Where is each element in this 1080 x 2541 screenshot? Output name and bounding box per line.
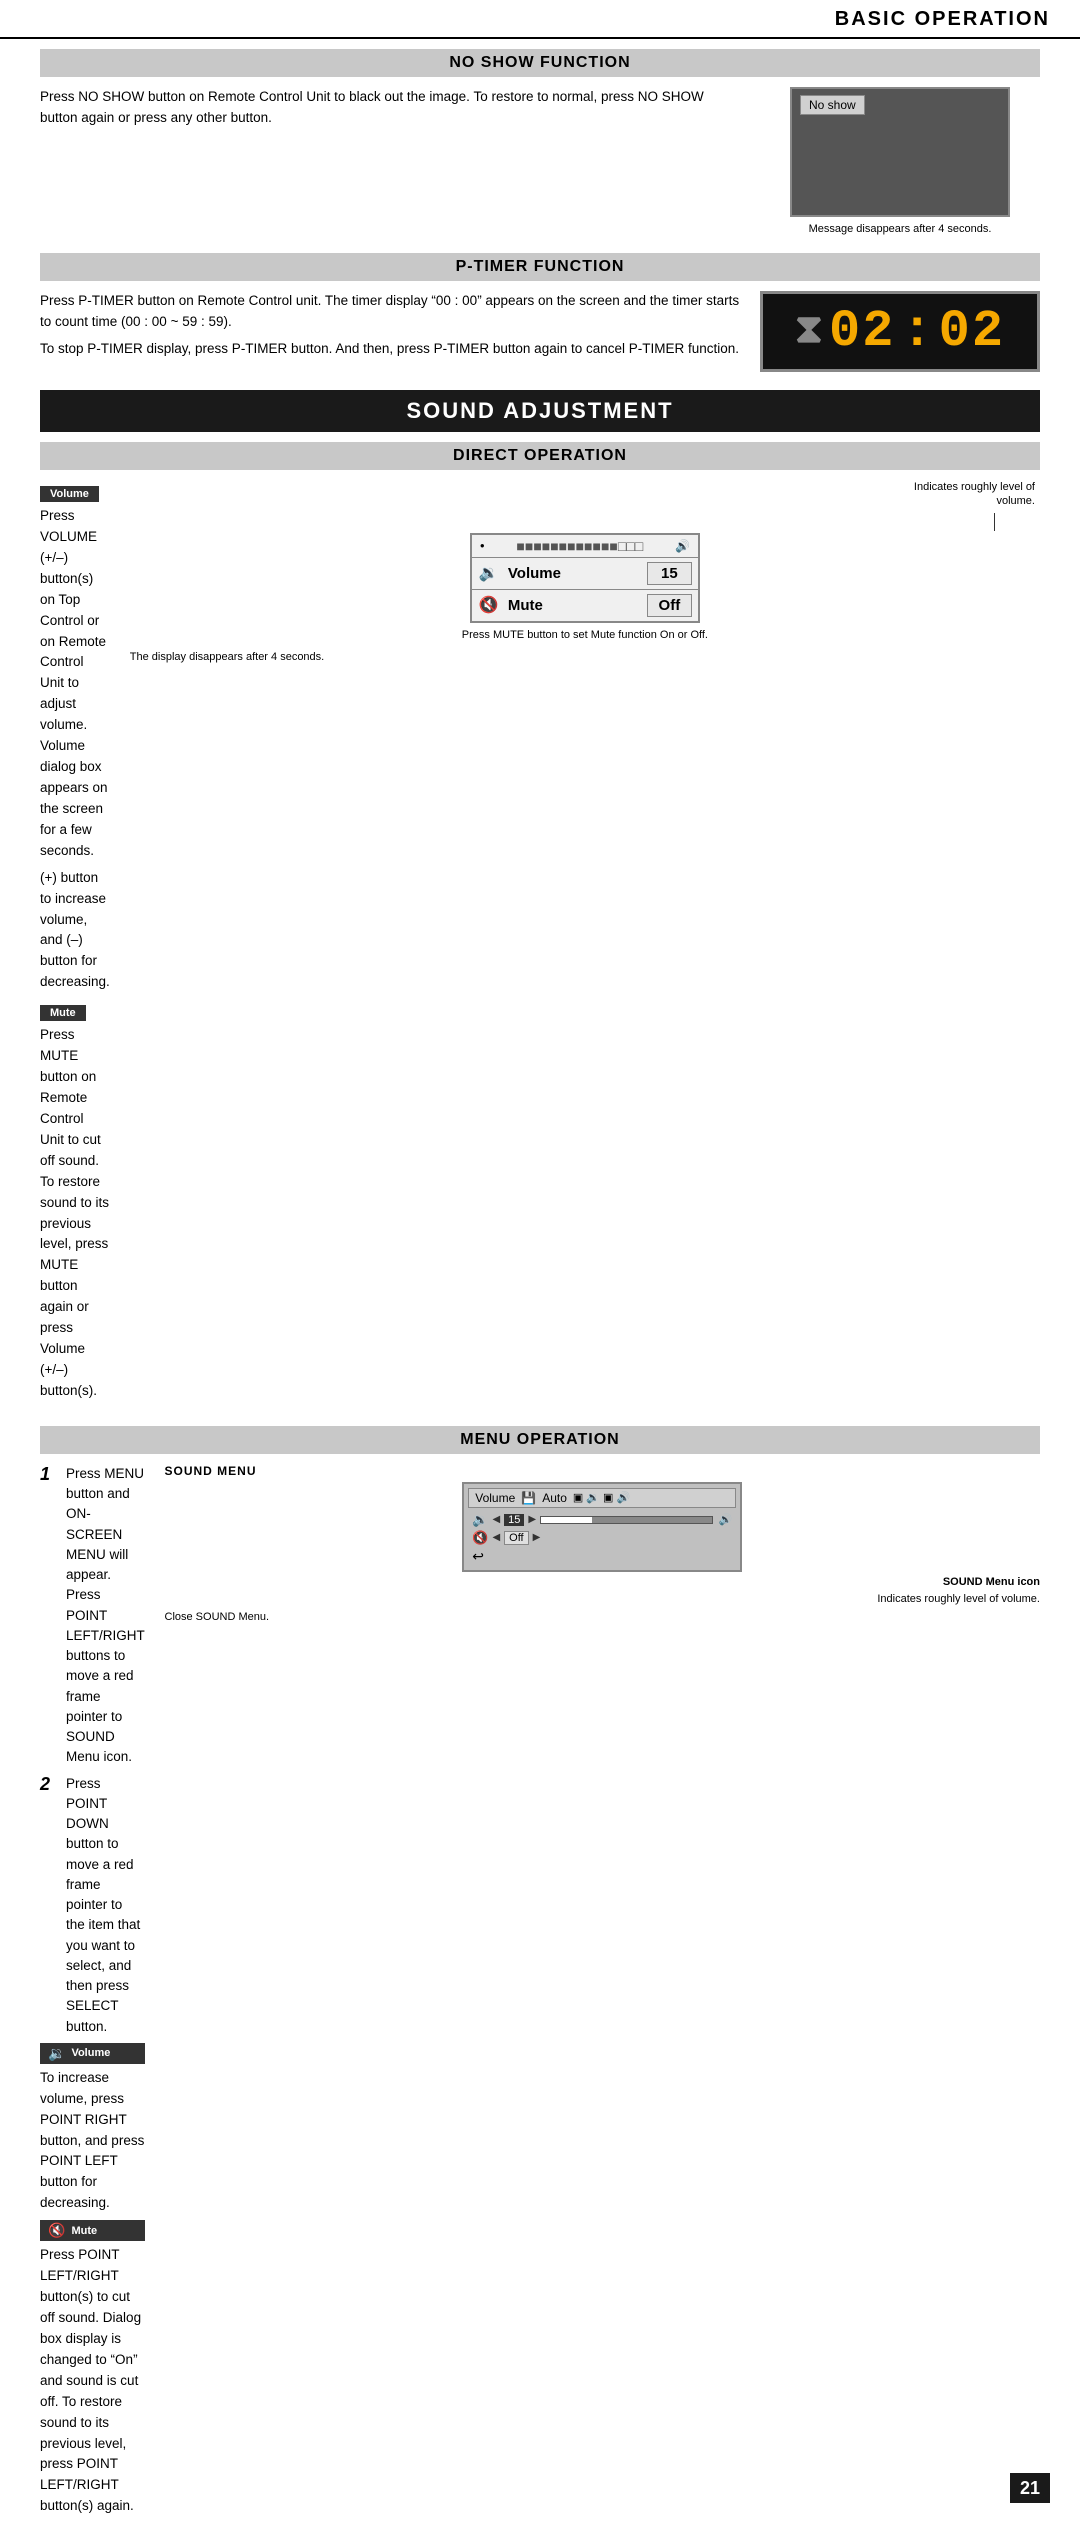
no-show-text-col: Press NO SHOW button on Remote Control U…: [40, 87, 740, 235]
ptimer-colon: :: [901, 302, 932, 361]
mute-badge: Mute: [40, 1005, 86, 1021]
sound-menu-volume-row: 🔉 ◀ 15 ▶ 🔊: [468, 1511, 736, 1529]
sm-icon1: ▣: [573, 1491, 583, 1504]
menu-mute-badge: 🔇 Mute: [40, 2220, 145, 2241]
sound-menu-caption-area: SOUND Menu icon: [165, 1576, 1041, 1588]
direct-operation-section: Volume Press VOLUME (+/–) button(s) on T…: [40, 480, 1040, 1408]
vol-slider-track: ■■■■■■■■■■■■□□□: [485, 538, 675, 554]
sm-mute-icon: 🔇: [472, 1530, 488, 1546]
volume-indicator-arrow: [994, 513, 995, 531]
step-1-text: Press MENU button and ON-SCREEN MENU wil…: [66, 1464, 145, 1768]
sound-menu-icon-row: ▣ 🔉 ▣ 🔊: [573, 1491, 630, 1504]
ptimer-time-left: 02: [829, 302, 895, 361]
vol-label: Volume: [508, 565, 647, 582]
mute-body: Press MUTE button on Remote Control Unit…: [40, 1025, 110, 1402]
mute-caption: Press MUTE button to set Mute function O…: [462, 628, 708, 643]
menu-vol-icon: 🔉: [48, 2045, 65, 2062]
sm-vol-slider: [540, 1516, 712, 1524]
sm-mute-arrow-left: ◀: [492, 1532, 500, 1543]
volume-badge: Volume: [40, 486, 99, 502]
vol-icon: 🔉: [478, 563, 500, 583]
vol-display-top-bar: ● ■■■■■■■■■■■■□□□ 🔊: [472, 535, 698, 558]
sound-adjustment-header: SOUND ADJUSTMENT: [40, 390, 1040, 432]
indicates-level-text: Indicates roughly level of volume.: [877, 1592, 1040, 1607]
ptimer-hourglass-icon: ⧗: [795, 308, 823, 355]
volume-body1: Press VOLUME (+/–) button(s) on Top Cont…: [40, 506, 110, 862]
page-number: 21: [1010, 2473, 1050, 2503]
vol-speaker-icon: 🔊: [675, 539, 690, 553]
mute-label: Mute: [508, 597, 647, 614]
menu-operation-section: 1 Press MENU button and ON-SCREEN MENU w…: [40, 1464, 1040, 2523]
sm-icon4: 🔊: [616, 1491, 630, 1504]
menu-op-text-col: 1 Press MENU button and ON-SCREEN MENU w…: [40, 1464, 145, 2523]
sm-vol-right-icon: 🔊: [719, 1513, 733, 1526]
volume-row: 🔉 Volume 15: [472, 558, 698, 590]
sm-vol-num: 15: [504, 1514, 524, 1526]
step-2-text: Press POINT DOWN button to move a red fr…: [66, 1774, 145, 2037]
direct-op-display-col: Indicates roughly level ofvolume. ● ■■■■…: [130, 480, 1040, 1408]
no-show-caption: Message disappears after 4 seconds.: [809, 223, 992, 235]
volume-body2: (+) button to increase volume, and (–) b…: [40, 868, 110, 994]
no-show-body: Press NO SHOW button on Remote Control U…: [40, 87, 740, 129]
step-1-row: 1 Press MENU button and ON-SCREEN MENU w…: [40, 1464, 145, 1768]
sound-menu-icon-label: SOUND Menu icon: [943, 1576, 1040, 1588]
step-2-row: 2 Press POINT DOWN button to move a red …: [40, 1774, 145, 2037]
menu-volume-badge: 🔉 Volume: [40, 2043, 145, 2064]
menu-mute-icon: 🔇: [48, 2222, 65, 2239]
menu-mute-body: Press POINT LEFT/RIGHT button(s) to cut …: [40, 2245, 145, 2517]
sm-mute-value: Off: [504, 1531, 528, 1545]
step-1-number: 1: [40, 1464, 58, 1768]
vol-value: 15: [647, 562, 692, 585]
menu-operation-header: MENU OPERATION: [40, 1426, 1040, 1454]
volume-indicator-text: Indicates roughly level ofvolume.: [130, 480, 1040, 509]
direct-op-text-col: Volume Press VOLUME (+/–) button(s) on T…: [40, 480, 110, 1408]
sm-icon3: ▣: [603, 1491, 613, 1504]
sm-mute-arrow-right: ▶: [533, 1532, 541, 1543]
direct-operation-header: DIRECT OPERATION: [40, 442, 1040, 470]
mute-icon: 🔇: [478, 595, 500, 615]
no-show-section-header: NO SHOW FUNCTION: [40, 49, 1040, 77]
menu-mute-label: Mute: [71, 2225, 97, 2237]
vol-mute-display: ● ■■■■■■■■■■■■□□□ 🔊 🔉 Volume 15 🔇 Mute O…: [470, 533, 700, 623]
ptimer-display-col: ⧗ 02 : 02: [760, 291, 1040, 372]
sound-menu-option-label: Auto: [542, 1491, 567, 1505]
sound-menu-display: Volume 💾 Auto ▣ 🔉 ▣ 🔊 🔉 ◀ 15 ▶: [462, 1482, 742, 1572]
no-show-label: No show: [800, 95, 865, 115]
no-show-section: Press NO SHOW button on Remote Control U…: [40, 87, 1040, 235]
menu-op-display-col: SOUND MENU Volume 💾 Auto ▣ 🔉 ▣ 🔊: [165, 1464, 1041, 2523]
close-sound-menu-label: Close SOUND Menu.: [165, 1611, 270, 1623]
no-show-display-col: No show Message disappears after 4 secon…: [760, 87, 1040, 235]
ptimer-text-col: Press P-TIMER button on Remote Control u…: [40, 291, 740, 372]
sound-menu-title: SOUND MENU: [165, 1464, 257, 1478]
sm-bottom-icon: ↩: [472, 1548, 484, 1565]
sm-vol-slider-fill: [541, 1517, 592, 1523]
display-disappears-caption: The display disappears after 4 seconds.: [130, 651, 324, 663]
ptimer-section-header: P-TIMER FUNCTION: [40, 253, 1040, 281]
ptimer-section: Press P-TIMER button on Remote Control u…: [40, 291, 1040, 372]
mute-value: Off: [647, 594, 692, 617]
page-header: BASIC OPERATION: [0, 0, 1080, 39]
sound-menu-top-label: Volume: [475, 1491, 515, 1505]
sound-menu-disk-icon: 💾: [521, 1491, 536, 1505]
ptimer-body2: To stop P-TIMER display, press P-TIMER b…: [40, 339, 740, 360]
sm-vol-arrow-right: ▶: [528, 1514, 536, 1525]
sound-menu-mute-row: 🔇 ◀ Off ▶: [468, 1529, 736, 1547]
step-2-number: 2: [40, 1774, 58, 2037]
indicates-level-area: Indicates roughly level of volume.: [165, 1592, 1041, 1607]
ptimer-body1: Press P-TIMER button on Remote Control u…: [40, 291, 740, 333]
sound-menu-bottom-row: ↩: [468, 1547, 736, 1566]
page-title: BASIC OPERATION: [835, 8, 1050, 31]
sm-icon2: 🔉: [586, 1491, 600, 1504]
menu-volume-body: To increase volume, press POINT RIGHT bu…: [40, 2068, 145, 2214]
menu-vol-label: Volume: [71, 2047, 110, 2059]
mute-row: 🔇 Mute Off: [472, 590, 698, 621]
sm-vol-left-icon: 🔉: [472, 1512, 488, 1528]
sm-vol-arrow-left: ◀: [492, 1514, 500, 1525]
no-show-screen: No show: [790, 87, 1010, 217]
sound-menu-top-bar: Volume 💾 Auto ▣ 🔉 ▣ 🔊: [468, 1488, 736, 1508]
ptimer-display: ⧗ 02 : 02: [760, 291, 1040, 372]
ptimer-time-right: 02: [939, 302, 1005, 361]
